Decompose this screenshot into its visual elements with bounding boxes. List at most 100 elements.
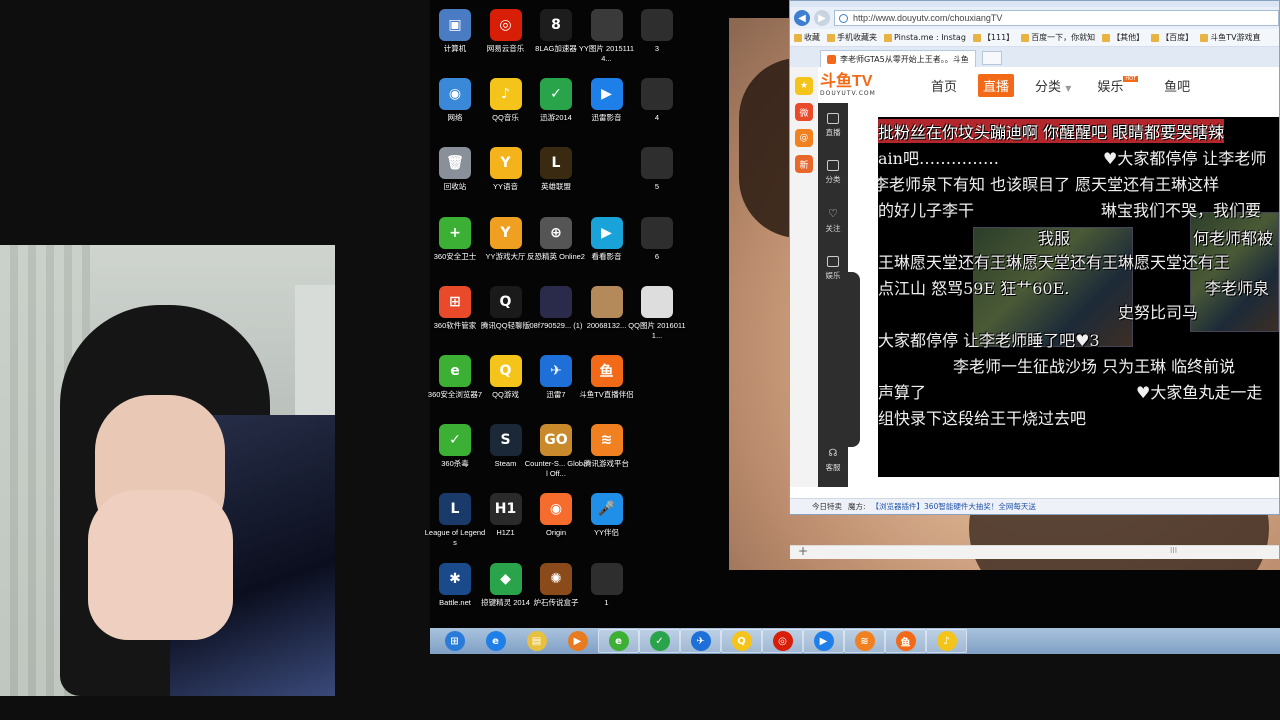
horizontal-scrollbar[interactable]: + III [790, 544, 1279, 559]
netease-music-icon: ◎ [772, 631, 793, 651]
favorite-item[interactable]: 百度一下，你就知 [1021, 32, 1095, 43]
desktop-icon-label: 5 [654, 182, 660, 192]
xunlei-icon: ✈ [690, 631, 711, 651]
taskbar-item[interactable]: 鱼 [885, 629, 926, 653]
mail-icon[interactable]: @ [795, 129, 813, 147]
desktop-icon[interactable]: 1 [575, 562, 639, 608]
media-player-icon: ▶ [567, 631, 588, 651]
favorite-item[interactable]: 手机收藏夹 [827, 32, 877, 43]
news-icon[interactable]: 新 [795, 155, 813, 173]
favorite-item[interactable]: Pinsta.me : Instag [884, 33, 966, 42]
promo-link[interactable]: 【浏览器插件】360智能硬件大抽奖！全网每天送 [872, 501, 1036, 512]
url-field[interactable]: http://www.douyutv.com/chouxiangTV [834, 10, 1279, 26]
desktop-icon[interactable]: 鱼斗鱼TV直播伴侣 [575, 355, 639, 400]
taskbar-item[interactable]: Q [721, 629, 762, 653]
360-security-icon: + [439, 216, 471, 249]
qq-music-icon: ♪ [489, 78, 522, 111]
yy-game-hall-icon: Y [489, 216, 522, 249]
taskbar-item[interactable]: ◎ [762, 629, 803, 653]
add-tab-plus-icon[interactable]: + [798, 544, 808, 558]
tab-douyu[interactable]: 李老师GTA5从零开始上王者。。斗鱼 [820, 50, 976, 67]
start-orb-icon: ⊞ [444, 631, 465, 651]
desktop-icon-label: 英雄联盟 [541, 182, 571, 192]
xunlei-player-icon: ▶ [813, 631, 834, 651]
folder-icon [972, 33, 981, 42]
favorite-label: 【百度】 [1161, 33, 1194, 42]
nav-live[interactable]: 直播 [978, 73, 1015, 97]
nav-home[interactable]: 首页 [926, 74, 962, 97]
taskbar-item[interactable]: ▤ [516, 629, 557, 653]
desktop-icon[interactable]: 3 [625, 9, 689, 54]
sidenav-category[interactable]: 分类 [826, 160, 841, 185]
computer-icon: ▣ [439, 9, 471, 41]
taskbar-item[interactable]: ▶ [557, 629, 598, 653]
sidenav-support[interactable]: ☊ 客服 [826, 448, 841, 473]
desktop-icon[interactable]: 🎤 YY伴侣 [575, 493, 639, 538]
folder-icon [1151, 33, 1160, 42]
desktop-icon[interactable]: QQ图片 20160111... [625, 285, 689, 341]
today-sale-link[interactable]: 今日特卖 [812, 501, 842, 512]
folder-icon [1200, 33, 1209, 42]
favorite-item[interactable]: 斗鱼TV游戏直 [1200, 32, 1261, 43]
favorite-item[interactable]: 【其他】 [1102, 32, 1144, 43]
nav-entertainment[interactable]: 娱乐HOT [1092, 74, 1143, 97]
yy-voice-icon: Y [489, 147, 522, 180]
ie-icon: e [485, 631, 506, 651]
taskbar-item[interactable]: ✈ [680, 629, 721, 653]
status-bar: 今日特卖 魔方: 【浏览器插件】360智能硬件大抽奖！全网每天送 [790, 498, 1279, 514]
network-icon: ◉ [439, 78, 471, 111]
desktop-icon[interactable]: 5 [625, 147, 689, 192]
desktop-icon[interactable]: ≋ 腾讯游戏平台 [575, 424, 639, 469]
taskbar-item[interactable]: ▶ [803, 629, 844, 653]
image-file-icon [540, 285, 572, 318]
globe-icon [839, 13, 848, 23]
sidenav-collapse-handle[interactable] [848, 272, 860, 447]
steam-icon: S [489, 424, 522, 457]
favorite-item[interactable]: 收藏 [794, 32, 820, 43]
taskbar-item[interactable]: e [475, 629, 516, 653]
league-icon: L [540, 147, 572, 180]
back-button[interactable]: ◀ [794, 10, 810, 26]
scroll-thumb[interactable]: III [1170, 546, 1177, 555]
taskbar-item[interactable]: e [598, 629, 639, 653]
sidenav-live[interactable]: 直播 [826, 113, 841, 138]
nav-entertainment-label: 娱乐 [1097, 79, 1124, 95]
browser-sidebar: ★ 微 @ 新 [790, 67, 818, 487]
forward-button[interactable]: ▶ [814, 10, 830, 26]
xunyou-icon: ✓ [649, 631, 670, 651]
desktop-icon-label: 4 [654, 113, 660, 123]
favorites-star-icon[interactable]: ★ [795, 77, 813, 95]
taskbar-item[interactable]: ≋ [844, 629, 885, 653]
danmu-comment: 琳宝我们不哭，我们要 [1101, 201, 1262, 220]
desktop-icon[interactable]: 6 [625, 216, 689, 262]
desktop-icon-label: 斗鱼TV直播伴侣 [579, 390, 634, 399]
favorite-item[interactable]: 【百度】 [1151, 32, 1193, 43]
danmu-comment: 李老师泉下有知 也该瞑目了 愿天堂还有王琳这样 [878, 175, 1220, 194]
new-tab-button[interactable] [981, 51, 1002, 65]
nav-category-label: 分类 [1035, 79, 1062, 95]
nav-yuba[interactable]: 鱼吧 [1159, 74, 1195, 97]
desktop-icon[interactable]: L 英雄联盟 [524, 147, 588, 192]
danmu-comment: 声算了 [878, 383, 927, 402]
video-player[interactable]: 批粉丝在你坟头蹦迪啊 你醒醒吧 眼睛都要哭瞎辣 ain吧…………… ♥大家都停停 让… [878, 117, 1279, 477]
xunyou-icon: ✓ [540, 78, 572, 111]
qq-icon: Q [489, 285, 522, 318]
favorite-label: Pinsta.me : Instag [894, 33, 966, 42]
sidenav-follow[interactable]: ♡ 关注 [826, 207, 841, 234]
danmu-comment: 组快录下这段给王干烧过去吧 [878, 409, 1087, 428]
favorite-item[interactable]: 【111】 [972, 32, 1014, 43]
desktop-icon[interactable]: 4 [625, 78, 689, 123]
taskbar-item[interactable]: ⊞ [434, 629, 475, 653]
nav-category[interactable]: 分类 ▼ [1030, 74, 1076, 97]
taskbar-item[interactable]: ♪ [926, 629, 967, 653]
battlenet-icon: ✱ [439, 562, 471, 595]
weibo-icon[interactable]: 微 [795, 103, 813, 121]
douyu-logo[interactable]: 斗鱼TV DOUYUTV.COM [820, 72, 910, 98]
favorite-label: 收藏 [804, 33, 820, 42]
danmu-comment: 大家都停停 让李老师睡了吧♥3 [878, 331, 1100, 350]
image-file-icon [641, 216, 673, 249]
sidenav-entertainment[interactable]: 娱乐 [826, 256, 841, 281]
qq-game-icon: Q [489, 355, 522, 387]
taskbar-item[interactable]: ✓ [639, 629, 680, 653]
headset-icon: ☊ [828, 448, 838, 459]
